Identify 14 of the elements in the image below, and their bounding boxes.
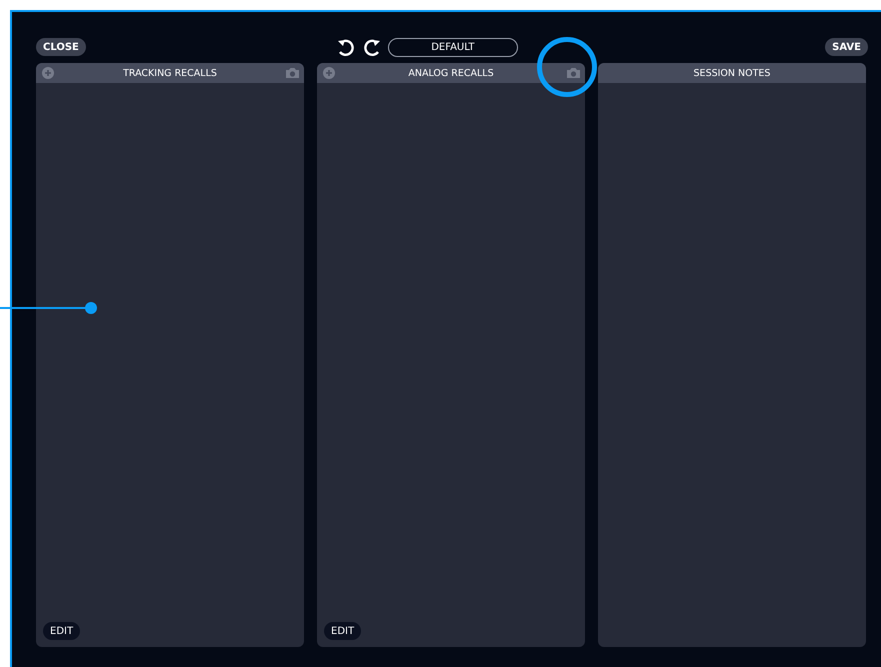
save-button[interactable]: SAVE bbox=[825, 38, 868, 56]
panel-title: ANALOG RECALLS bbox=[407, 68, 495, 78]
camera-icon[interactable] bbox=[285, 67, 300, 79]
panel-title: TRACKING RECALLS bbox=[122, 68, 218, 78]
preset-field[interactable]: DEFAULT bbox=[388, 38, 518, 56]
plus-icon[interactable] bbox=[42, 67, 54, 79]
plus-icon[interactable] bbox=[322, 67, 334, 79]
highlight-ring bbox=[537, 37, 597, 97]
camera-icon[interactable] bbox=[566, 67, 581, 79]
edit-button[interactable]: EDIT bbox=[43, 622, 80, 640]
close-button[interactable]: CLOSE bbox=[36, 38, 86, 56]
edit-button[interactable]: EDIT bbox=[324, 622, 362, 640]
panel-title: SESSION NOTES bbox=[692, 68, 772, 78]
undo-icon[interactable] bbox=[336, 36, 357, 58]
